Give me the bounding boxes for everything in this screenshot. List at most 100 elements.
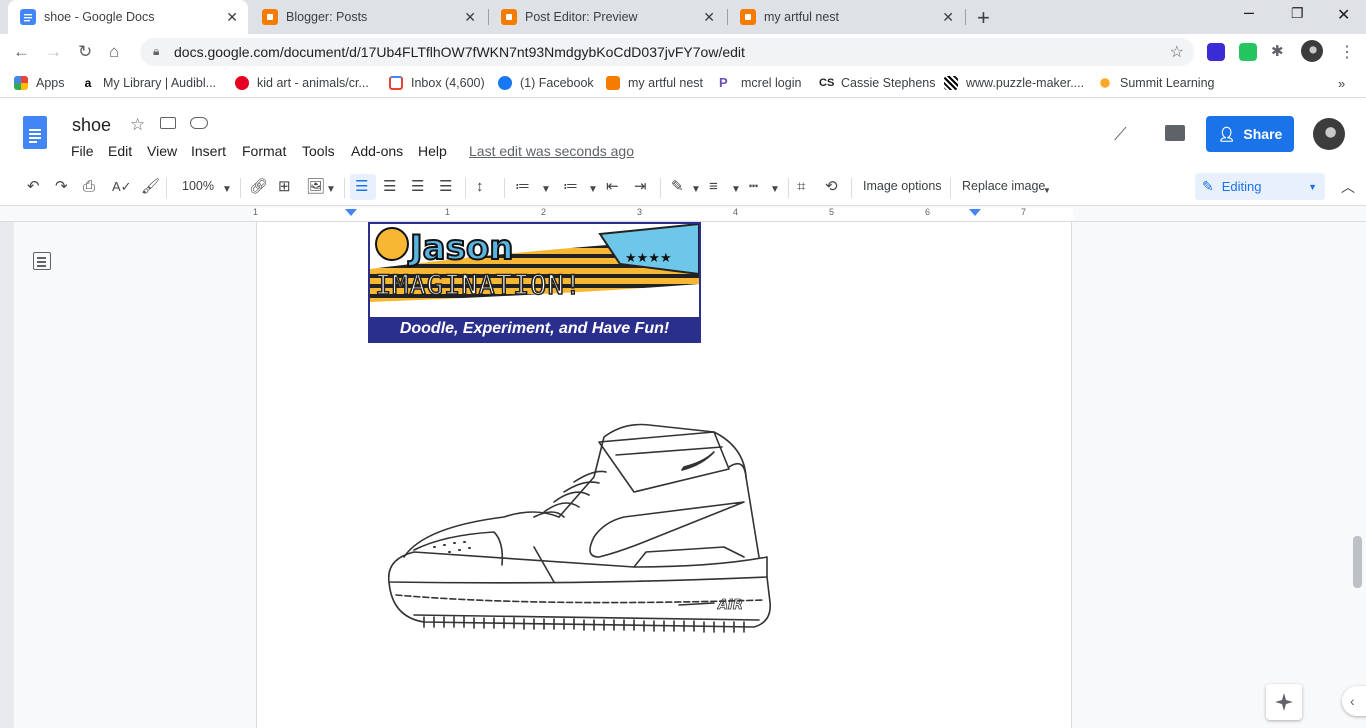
zoom-dropdown-icon[interactable]: ▼ [222,181,232,199]
bookmark-star-icon[interactable]: ☆ [1170,42,1184,62]
share-button[interactable]: 👤︎ Share [1206,116,1294,152]
spellcheck-icon[interactable]: A✓ [112,178,132,196]
crop-image-icon[interactable]: ⌗ [797,178,805,196]
document-title[interactable]: shoe [72,115,111,136]
close-tab-icon[interactable]: ✕ [464,9,476,26]
bookmark-facebook[interactable]: (1) Facebook [498,76,594,90]
last-edit-link[interactable]: Last edit was seconds ago [469,143,634,159]
menu-edit[interactable]: Edit [108,143,132,159]
border-dash-icon[interactable]: ┅ [749,178,758,196]
image-options-button[interactable]: Image options [863,179,942,193]
redo-icon[interactable]: ↷ [55,178,68,196]
decrease-indent-icon[interactable]: ⇤ [606,178,619,196]
bulleted-list-icon[interactable]: ≔ [563,178,578,196]
bulleted-list-dropdown-icon[interactable]: ▼ [588,181,598,199]
explore-button[interactable] [1266,684,1302,720]
numbered-list-dropdown-icon[interactable]: ▼ [541,181,551,199]
jason-imagination-banner-image[interactable]: ★★★★ IMAGINATION! Jason Doodle, Experime… [368,222,701,343]
omnibox[interactable]: 🔒︎ docs.google.com/document/d/17Ub4FLTfl… [140,38,1194,66]
border-color-icon[interactable]: ✎ [671,178,684,196]
align-center-icon[interactable]: ☰ [383,178,396,196]
border-weight-dropdown-icon[interactable]: ▼ [731,181,741,199]
close-tab-icon[interactable]: ✕ [942,9,954,26]
bookmark-mcrel-login[interactable]: Pmcrel login [719,76,801,90]
image-dropdown-icon[interactable]: ▼ [326,181,336,199]
extension-green-icon[interactable] [1239,43,1257,61]
tab-title: my artful nest [764,10,840,24]
sneaker-line-drawing-image[interactable]: AIR [384,417,774,637]
numbered-list-icon[interactable]: ≔ [515,178,530,196]
insert-image-icon[interactable]: 🖼︎ [306,178,325,196]
cs-icon: CS [819,76,835,90]
undo-icon[interactable]: ↶ [27,178,40,196]
ruler-number: 2 [541,207,547,217]
tab-post-editor-preview[interactable]: Post Editor: Preview ✕ [489,0,725,34]
bookmark-apps[interactable]: Apps [14,76,65,90]
replace-image-dropdown-icon[interactable]: ▼ [1043,182,1051,200]
bookmark-puzzle-maker[interactable]: www.puzzle-maker.... [944,76,1084,90]
reset-image-icon[interactable]: ⟲ [825,178,838,196]
close-window-icon[interactable]: ✕ [1337,5,1350,25]
reload-icon[interactable]: ↻ [78,42,92,62]
new-tab-icon[interactable]: + [977,5,990,31]
svg-text:★★★★: ★★★★ [625,251,672,266]
minimize-icon[interactable]: – [1244,2,1254,23]
align-right-icon[interactable]: ☰ [411,178,424,196]
google-docs-logo-icon[interactable] [23,116,47,149]
zoom-select[interactable]: 100% [182,179,214,193]
border-color-dropdown-icon[interactable]: ▼ [691,181,701,199]
editing-mode-select[interactable]: ✎ Editing ▼ [1195,173,1325,200]
tab-blogger-posts[interactable]: Blogger: Posts ✕ [250,0,486,34]
document-canvas[interactable]: ★★★★ IMAGINATION! Jason Doodle, Experime… [0,222,1366,728]
menu-file[interactable]: File [71,143,94,159]
extensions-puzzle-icon[interactable]: ✱ [1271,42,1284,60]
activity-trend-icon[interactable]: ⟋ [1114,124,1127,145]
menu-help[interactable]: Help [418,143,447,159]
replace-image-button[interactable]: Replace image [962,179,1045,193]
vertical-scrollbar-thumb[interactable] [1353,536,1362,588]
forward-icon[interactable]: → [45,42,62,62]
menu-add-ons[interactable]: Add-ons [351,143,403,159]
move-folder-icon[interactable] [160,117,176,129]
menu-format[interactable]: Format [242,143,286,159]
line-spacing-icon[interactable]: ↕ [476,178,484,196]
justify-icon[interactable]: ☰ [439,178,452,196]
tab-my-artful-nest[interactable]: my artful nest ✕ [728,0,964,34]
tab-shoe-google-docs[interactable]: shoe - Google Docs ✕ [8,0,248,34]
side-panel-toggle-icon[interactable]: ‹ [1342,686,1366,716]
more-bookmarks-icon[interactable]: » [1338,76,1345,91]
bookmark-cassie-stephens[interactable]: CS Cassie Stephens [819,76,936,90]
menu-insert[interactable]: Insert [191,143,226,159]
paint-format-icon[interactable]: 🖌︎ [141,178,160,196]
menu-view[interactable]: View [147,143,177,159]
add-comment-icon[interactable]: ⊞ [278,178,291,196]
right-indent-marker[interactable] [969,209,981,216]
profile-avatar[interactable] [1301,40,1323,62]
bookmark-summit-learning[interactable]: Summit Learning [1098,76,1215,90]
document-page[interactable]: ★★★★ IMAGINATION! Jason Doodle, Experime… [256,222,1072,728]
account-avatar[interactable] [1313,118,1345,150]
collapse-menus-icon[interactable]: ︿ [1341,178,1355,196]
print-icon[interactable]: ⎙ [83,178,95,196]
bookmark-inbox[interactable]: Inbox (4,600) [389,76,485,90]
bookmark-audible[interactable]: a My Library | Audibl... [81,76,216,90]
document-outline-icon[interactable] [33,252,51,270]
bookmark-my-artful-nest[interactable]: my artful nest [606,76,703,90]
align-left-icon[interactable]: ☰ [355,178,368,196]
restore-icon[interactable]: ❐ [1291,5,1304,22]
star-icon[interactable]: ☆ [130,115,145,135]
menu-tools[interactable]: Tools [302,143,335,159]
comments-icon[interactable] [1165,125,1185,141]
border-weight-icon[interactable]: ≡ [709,178,718,196]
home-icon[interactable]: ⌂ [109,42,119,62]
close-tab-icon[interactable]: ✕ [703,9,715,26]
left-indent-marker[interactable] [345,209,357,216]
close-tab-icon[interactable]: ✕ [226,9,238,26]
insert-link-icon[interactable]: 🔗︎ [249,178,268,196]
increase-indent-icon[interactable]: ⇥ [634,178,647,196]
bookmark-kid-art[interactable]: kid art - animals/cr... [235,76,369,90]
chrome-menu-icon[interactable]: ⋮ [1339,42,1355,62]
border-dash-dropdown-icon[interactable]: ▼ [770,181,780,199]
back-icon[interactable]: ← [13,42,30,62]
extension-c-icon[interactable] [1207,43,1225,61]
